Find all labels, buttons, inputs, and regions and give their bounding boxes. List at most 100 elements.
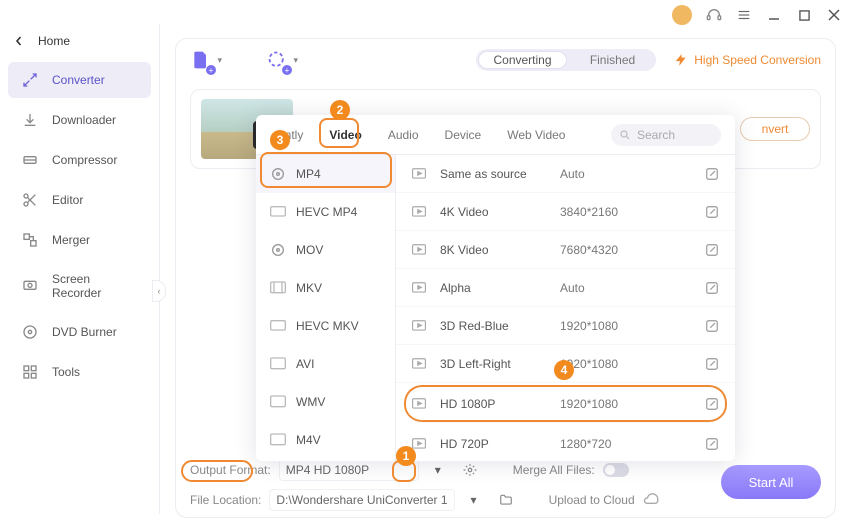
support-icon[interactable] — [706, 7, 722, 23]
record-icon — [22, 278, 38, 294]
output-format-value: MP4 HD 1080P — [286, 463, 369, 477]
high-speed-conversion[interactable]: High Speed Conversion — [674, 53, 821, 67]
play-icon — [412, 168, 430, 180]
format-hevcmp4[interactable]: HEVC MP4 — [256, 193, 395, 231]
menu-icon[interactable] — [736, 7, 752, 23]
play-icon — [412, 244, 430, 256]
main-panel: + ▾ + ▾ Converting Finished High Speed C… — [175, 38, 836, 518]
format-label: MKV — [296, 281, 322, 295]
sidebar-item-merger[interactable]: Merger — [8, 222, 151, 258]
folder-icon[interactable] — [499, 493, 513, 507]
maximize-button[interactable] — [796, 7, 812, 23]
file-location-field[interactable]: D:\Wondershare UniConverter 1 — [269, 489, 454, 511]
convert-button[interactable]: nvert — [740, 117, 810, 141]
play-icon — [412, 206, 430, 218]
edit-icon[interactable] — [705, 243, 719, 257]
resolution-value: 1920*1080 — [560, 397, 618, 411]
sidebar-item-compressor[interactable]: Compressor — [8, 142, 151, 178]
format-mkv[interactable]: MKV — [256, 269, 395, 307]
file-location-value: D:\Wondershare UniConverter 1 — [276, 493, 447, 507]
hevc-icon — [270, 204, 286, 220]
resolution-name: Same as source — [440, 167, 560, 181]
format-hevcmkv[interactable]: HEVC MKV — [256, 307, 395, 345]
format-popover: ently Video Audio Device Web Video Searc… — [256, 115, 735, 461]
chevron-down-icon: ▾ — [217, 55, 222, 66]
edit-icon[interactable] — [705, 437, 719, 451]
resolution-row[interactable]: 4K Video3840*2160 — [396, 193, 735, 231]
resolution-row[interactable]: HD 720P1280*720 — [396, 425, 735, 461]
format-label: HEVC MKV — [296, 319, 359, 333]
high-speed-label: High Speed Conversion — [694, 53, 821, 67]
film-icon — [270, 432, 286, 448]
format-m4v[interactable]: M4V — [256, 421, 395, 459]
format-avi[interactable]: AVI — [256, 345, 395, 383]
sidebar-item-tools[interactable]: Tools — [8, 354, 151, 390]
format-label: AVI — [296, 357, 314, 371]
output-format-label: Output Format: — [190, 463, 271, 477]
sidebar-item-dvdburner[interactable]: DVD Burner — [8, 314, 151, 350]
sidebar-collapse-handle[interactable]: ‹ — [152, 280, 166, 302]
settings-icon[interactable] — [463, 463, 477, 477]
format-label: MOV — [296, 243, 323, 257]
sidebar-item-downloader[interactable]: Downloader — [8, 102, 151, 138]
file-location-label: File Location: — [190, 493, 261, 507]
merge-toggle[interactable] — [603, 463, 629, 477]
format-label: M4V — [296, 433, 321, 447]
resolution-name: 3D Left-Right — [440, 357, 560, 371]
tab-audio[interactable]: Audio — [386, 124, 421, 146]
sidebar-item-screenrecorder[interactable]: Screen Recorder — [8, 262, 151, 310]
add-file-button[interactable]: + ▾ — [190, 49, 212, 71]
sidebar-item-label: Screen Recorder — [52, 272, 137, 300]
status-segment: Converting Finished — [476, 49, 656, 71]
segment-converting[interactable]: Converting — [478, 51, 567, 69]
tab-webvideo[interactable]: Web Video — [505, 124, 567, 146]
format-mov[interactable]: MOV — [256, 231, 395, 269]
annotation-badge-3: 3 — [270, 130, 290, 150]
resolution-name: 4K Video — [440, 205, 560, 219]
popover-tabs: ently Video Audio Device Web Video Searc… — [256, 115, 735, 155]
tab-video[interactable]: Video — [327, 124, 363, 146]
resolution-name: HD 1080P — [440, 397, 560, 411]
edit-icon[interactable] — [705, 205, 719, 219]
edit-icon[interactable] — [705, 167, 719, 181]
compressor-icon — [22, 152, 38, 168]
back-label: Home — [38, 34, 70, 48]
cloud-icon[interactable] — [643, 493, 659, 507]
annotation-badge-2: 2 — [330, 100, 350, 120]
sidebar-item-label: Compressor — [52, 153, 117, 167]
back-home[interactable]: Home — [0, 24, 159, 58]
segment-finished[interactable]: Finished — [569, 49, 656, 71]
edit-icon[interactable] — [705, 319, 719, 333]
tab-device[interactable]: Device — [443, 124, 484, 146]
converter-icon — [22, 72, 38, 88]
film-icon — [270, 394, 286, 410]
resolution-value: Auto — [560, 167, 585, 181]
resolution-row[interactable]: AlphaAuto — [396, 269, 735, 307]
search-input[interactable]: Search — [611, 124, 721, 146]
minimize-button[interactable] — [766, 7, 782, 23]
edit-icon[interactable] — [705, 281, 719, 295]
edit-icon[interactable] — [705, 357, 719, 371]
merger-icon — [22, 232, 38, 248]
resolution-row-hd1080p[interactable]: HD 1080P1920*1080 — [404, 385, 727, 423]
sidebar-item-converter[interactable]: Converter — [8, 62, 151, 98]
resolution-row[interactable]: 8K Video7680*4320 — [396, 231, 735, 269]
user-avatar[interactable] — [672, 5, 692, 25]
plus-icon: + — [206, 65, 216, 75]
edit-icon[interactable] — [705, 397, 719, 411]
close-button[interactable] — [826, 7, 842, 23]
resolution-row[interactable]: 3D Red-Blue1920*1080 — [396, 307, 735, 345]
format-mp4[interactable]: MP4 — [256, 155, 395, 193]
resolution-name: HD 720P — [440, 437, 560, 451]
play-icon — [412, 320, 430, 332]
sidebar-item-editor[interactable]: Editor — [8, 182, 151, 218]
start-all-button[interactable]: Start All — [721, 465, 821, 499]
sidebar: Home Converter Downloader Compressor Edi… — [0, 24, 160, 514]
play-icon — [412, 282, 430, 294]
format-wmv[interactable]: WMV — [256, 383, 395, 421]
add-url-button[interactable]: + ▾ — [266, 49, 288, 71]
file-location-dropdown[interactable]: ▾ — [463, 493, 485, 507]
output-format-dropdown[interactable]: ▾ — [427, 463, 449, 477]
resolution-row[interactable]: Same as sourceAuto — [396, 155, 735, 193]
resolution-name: 8K Video — [440, 243, 560, 257]
